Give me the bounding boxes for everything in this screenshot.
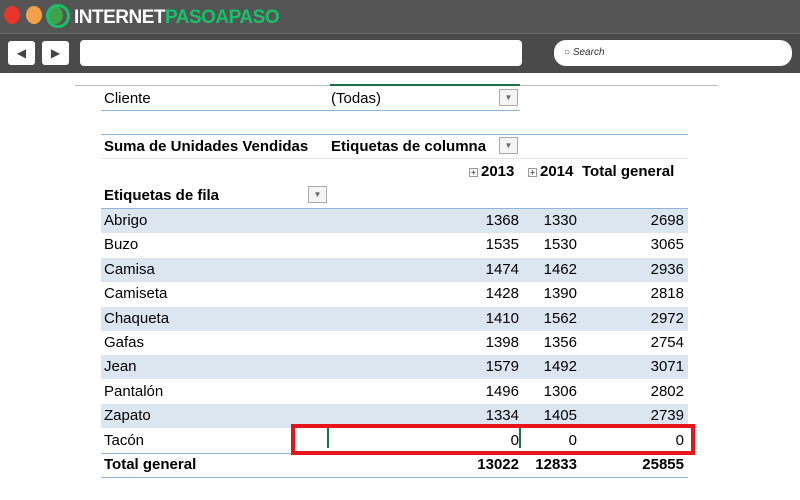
value-cell[interactable]: 1390 xyxy=(520,285,577,302)
row-label[interactable]: Tacón xyxy=(104,432,144,449)
value-cell[interactable]: 1368 xyxy=(328,212,519,229)
value-cell[interactable]: 2972 xyxy=(578,310,684,327)
value-cell[interactable]: 1462 xyxy=(520,261,577,278)
divider xyxy=(101,158,688,159)
divider xyxy=(101,477,688,478)
table-row: Gafas 1398 1356 2754 xyxy=(101,331,688,355)
row-label[interactable]: Pantalón xyxy=(104,383,163,400)
value-cell[interactable]: 1492 xyxy=(520,358,577,375)
highlight-box xyxy=(291,424,695,455)
value-cell[interactable]: 1474 xyxy=(328,261,519,278)
search-input[interactable]: ○ Search xyxy=(554,40,792,66)
browser-toolbar: ◀ ▶ ○ Search xyxy=(0,33,800,73)
table-row: Pantalón 1496 1306 2802 xyxy=(101,380,688,404)
filter-dropdown[interactable]: ▼ xyxy=(499,89,518,106)
value-cell[interactable]: 1356 xyxy=(520,334,577,351)
value-cell[interactable]: 2936 xyxy=(578,261,684,278)
column-labels-dropdown[interactable]: ▼ xyxy=(499,137,518,154)
filter-value: (Todas) xyxy=(331,90,382,107)
divider xyxy=(101,110,520,111)
filter-label: Cliente xyxy=(104,90,151,107)
value-cell[interactable]: 2802 xyxy=(578,383,684,400)
row-label[interactable]: Gafas xyxy=(104,334,144,351)
row-label[interactable]: Buzo xyxy=(104,236,138,253)
table-row: Camiseta 1428 1390 2818 xyxy=(101,282,688,306)
total-label: Total general xyxy=(104,456,197,473)
brand-logo: INTERNETPASOAPASO xyxy=(74,7,280,28)
column-header-2014[interactable]: +2014 xyxy=(528,163,573,180)
back-icon: ◀ xyxy=(16,46,27,60)
spreadsheet: Cliente (Todas) ▼ Suma de Unidades Vendi… xyxy=(0,73,800,500)
logo-icon xyxy=(46,4,70,28)
value-cell[interactable]: 1334 xyxy=(328,407,519,424)
total-2013: 13022 xyxy=(477,456,519,473)
column-header-total: Total general xyxy=(582,163,675,180)
value-cell[interactable]: 3071 xyxy=(578,358,684,375)
divider xyxy=(101,134,688,135)
row-label[interactable]: Camisa xyxy=(104,261,155,278)
value-cell[interactable]: 1562 xyxy=(520,310,577,327)
value-cell[interactable]: 1530 xyxy=(520,236,577,253)
row-label[interactable]: Chaqueta xyxy=(104,310,169,327)
back-button[interactable]: ◀ xyxy=(8,41,35,65)
close-window-button[interactable] xyxy=(4,6,20,24)
address-bar[interactable] xyxy=(80,40,522,66)
value-cell[interactable]: 1405 xyxy=(520,407,577,424)
value-cell[interactable]: 1330 xyxy=(520,212,577,229)
minimize-window-button[interactable] xyxy=(26,6,42,24)
forward-button[interactable]: ▶ xyxy=(42,41,69,65)
table-row: Chaqueta 1410 1562 2972 xyxy=(101,306,688,331)
value-cell[interactable]: 1428 xyxy=(328,285,519,302)
value-cell[interactable]: 1398 xyxy=(328,334,519,351)
value-cell[interactable]: 1579 xyxy=(328,358,519,375)
title-bar: INTERNETPASOAPASO xyxy=(0,0,800,33)
total-row: Total general 13022 12833 25855 xyxy=(101,453,688,477)
column-labels-header: Etiquetas de columna xyxy=(331,138,487,155)
column-header-2013[interactable]: +2013 xyxy=(469,163,514,180)
forward-icon: ▶ xyxy=(50,46,61,60)
value-cell[interactable]: 1496 xyxy=(328,383,519,400)
row-label[interactable]: Abrigo xyxy=(104,212,147,229)
table-row: Camisa 1474 1462 2936 xyxy=(101,257,688,282)
value-cell[interactable]: 2739 xyxy=(578,407,684,424)
search-icon: ○ xyxy=(564,47,571,58)
table-row: Abrigo 1368 1330 2698 xyxy=(101,209,688,233)
value-cell[interactable]: 3065 xyxy=(578,236,684,253)
selected-cell-border xyxy=(330,84,520,86)
total-general: 25855 xyxy=(642,456,684,473)
row-label[interactable]: Zapato xyxy=(104,407,151,424)
row-labels-dropdown[interactable]: ▼ xyxy=(308,186,327,203)
table-row: Jean 1579 1492 3071 xyxy=(101,355,688,380)
value-header: Suma de Unidades Vendidas xyxy=(104,138,309,155)
row-label[interactable]: Jean xyxy=(104,358,137,375)
table-row: Buzo 1535 1530 3065 xyxy=(101,233,688,257)
expand-icon[interactable]: + xyxy=(528,168,537,177)
row-labels-header: Etiquetas de fila xyxy=(104,187,220,204)
row-label[interactable]: Camiseta xyxy=(104,285,167,302)
total-2014: 12833 xyxy=(535,456,577,473)
value-cell[interactable]: 2818 xyxy=(578,285,684,302)
value-cell[interactable]: 1535 xyxy=(328,236,519,253)
expand-icon[interactable]: + xyxy=(469,168,478,177)
value-cell[interactable]: 2754 xyxy=(578,334,684,351)
value-cell[interactable]: 1410 xyxy=(328,310,519,327)
value-cell[interactable]: 1306 xyxy=(520,383,577,400)
value-cell[interactable]: 2698 xyxy=(578,212,684,229)
